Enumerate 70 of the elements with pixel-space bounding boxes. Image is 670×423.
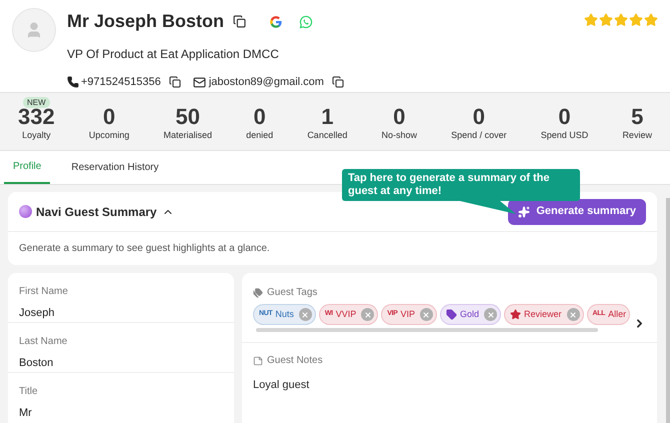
notes-icon	[253, 356, 263, 366]
sparkles-icon	[518, 206, 530, 218]
notes-title: Guest Notes	[267, 354, 323, 368]
tags-title: Guest Tags	[267, 286, 318, 300]
star-icon	[599, 12, 613, 26]
stat-value: 5	[631, 104, 644, 129]
stat-label: Loyalty	[22, 128, 51, 142]
summary-hint: Generate a summary to see guest highlights at a glance.	[18, 242, 271, 256]
copy-icon[interactable]	[233, 15, 246, 28]
new-badge: NEW	[23, 96, 50, 108]
remove-icon[interactable]	[298, 308, 312, 321]
generate-summary-button[interactable]: Generate summary	[508, 198, 646, 224]
field-label: Last Name	[19, 335, 68, 349]
email-address: jaboston89@gmail.com	[208, 75, 324, 90]
stat-label: Cancelled	[307, 128, 348, 142]
tags-icon	[253, 288, 263, 298]
tag-icon	[446, 309, 457, 320]
tab[interactable]: Profile	[4, 151, 50, 184]
stat-value: 50	[176, 104, 200, 129]
star-icon	[644, 12, 658, 26]
summary-title: Navi Guest Summary	[36, 204, 157, 220]
tag-label: Aller	[608, 308, 626, 321]
guest-tag[interactable]: Gold	[440, 304, 501, 325]
star-icon	[614, 12, 628, 26]
field-value: Mr	[19, 406, 33, 421]
stat-value: 0	[254, 104, 266, 129]
stat-label: Review	[622, 128, 652, 142]
guest-note: Loyal guest	[253, 378, 310, 393]
tag-label: Nuts	[275, 308, 294, 321]
stat-value: 1	[321, 104, 334, 129]
stat-label: No-show	[381, 128, 417, 142]
stat-value: 0	[393, 104, 406, 129]
stat-value: 0	[102, 104, 116, 129]
remove-icon[interactable]	[484, 308, 497, 321]
star-icon	[584, 12, 598, 26]
person-icon	[25, 21, 43, 39]
guest-position: VP Of Product at Eat Application DMCC	[67, 46, 280, 63]
guest-tag[interactable]: Reviewer	[504, 304, 584, 325]
stat-label: Upcoming	[88, 128, 130, 142]
stat-value: 0	[558, 104, 571, 129]
tab[interactable]: Reservation History	[62, 151, 168, 184]
scroll-bar[interactable]	[666, 198, 670, 423]
star-icon	[629, 12, 643, 26]
tag-label: VIP	[400, 308, 415, 321]
tag-label: Gold	[460, 308, 479, 321]
stat-value: 0	[472, 104, 485, 129]
whatsapp-icon[interactable]	[299, 14, 314, 28]
remove-icon[interactable]	[566, 308, 580, 321]
tag-label: Reviewer	[524, 308, 562, 321]
orb-icon	[19, 205, 32, 218]
scroll-bar[interactable]	[256, 328, 598, 332]
field-label: Title	[19, 385, 39, 399]
guest-name: Mr Joseph Boston	[67, 10, 224, 33]
google-icon[interactable]	[269, 14, 284, 28]
stat-label: Spend USD	[540, 128, 588, 142]
field-label: First Name	[19, 285, 69, 299]
stat-label: Spend / cover	[451, 128, 507, 142]
copy-icon[interactable]	[332, 76, 344, 88]
remove-icon[interactable]	[361, 308, 374, 321]
phone-icon	[67, 76, 79, 88]
remove-icon[interactable]	[420, 308, 433, 321]
tag-label: VVIP	[336, 308, 356, 321]
mail-icon	[192, 76, 206, 89]
stat-label: denied	[246, 128, 274, 142]
star-icon	[510, 309, 521, 320]
field-value: Boston	[19, 356, 54, 371]
field-value: Joseph	[19, 306, 56, 321]
stat-label: Materialised	[164, 128, 212, 142]
phone-number: +971524515356	[81, 75, 161, 90]
copy-icon[interactable]	[168, 76, 181, 88]
